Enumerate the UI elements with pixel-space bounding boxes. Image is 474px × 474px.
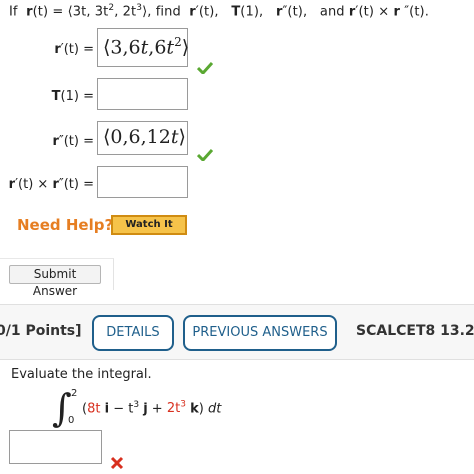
label-r-double-prime: r″(t) = [52, 134, 94, 149]
x-mark-icon [110, 456, 124, 470]
upper-limit: 2 [71, 388, 78, 399]
check-icon [197, 62, 213, 74]
previous-answers-button[interactable]: PREVIOUS ANSWERS [183, 315, 337, 351]
integrand: (8t i − t3 j + 2t3 k) dt [82, 400, 222, 417]
answer-r-double-prime-value: ⟨0,6,12t⟩ [103, 126, 186, 148]
points-label: 0/1 Points] [0, 323, 82, 339]
answer-t-one[interactable] [97, 78, 188, 110]
watch-it-button[interactable]: Watch It [111, 215, 187, 235]
answer-r-double-prime[interactable]: ⟨0,6,12t⟩ [97, 121, 188, 155]
answer-cross-product[interactable] [97, 166, 188, 198]
submit-answer-button[interactable]: Submit Answer [9, 265, 101, 298]
answer-r-prime[interactable]: ⟨3,6t,6t2⟩ [97, 28, 190, 67]
label-cross-product: r′(t) × r″(t) = [8, 177, 94, 192]
integral-answer-input[interactable] [9, 430, 102, 464]
question-text: If r(t) = ⟨3t, 3t2, 2t3⟩, find r′(t), T(… [9, 3, 429, 20]
label-r-prime: r′(t) = [54, 42, 94, 57]
check-icon [197, 149, 213, 161]
lower-limit: 0 [68, 415, 75, 426]
integral-expression: ∫ 2 0 (8t i − t3 j + 2t3 k) dt [52, 386, 312, 432]
answer-r-prime-value: ⟨3,6t,6t2⟩ [103, 35, 190, 59]
instruction-text: Evaluate the integral. [11, 367, 152, 382]
details-button[interactable]: DETAILS [92, 315, 174, 351]
label-t-one: T(1) = [51, 89, 94, 104]
course-code: SCALCET8 13.2.0 [356, 323, 474, 339]
need-help-label: Need Help? [17, 216, 114, 234]
